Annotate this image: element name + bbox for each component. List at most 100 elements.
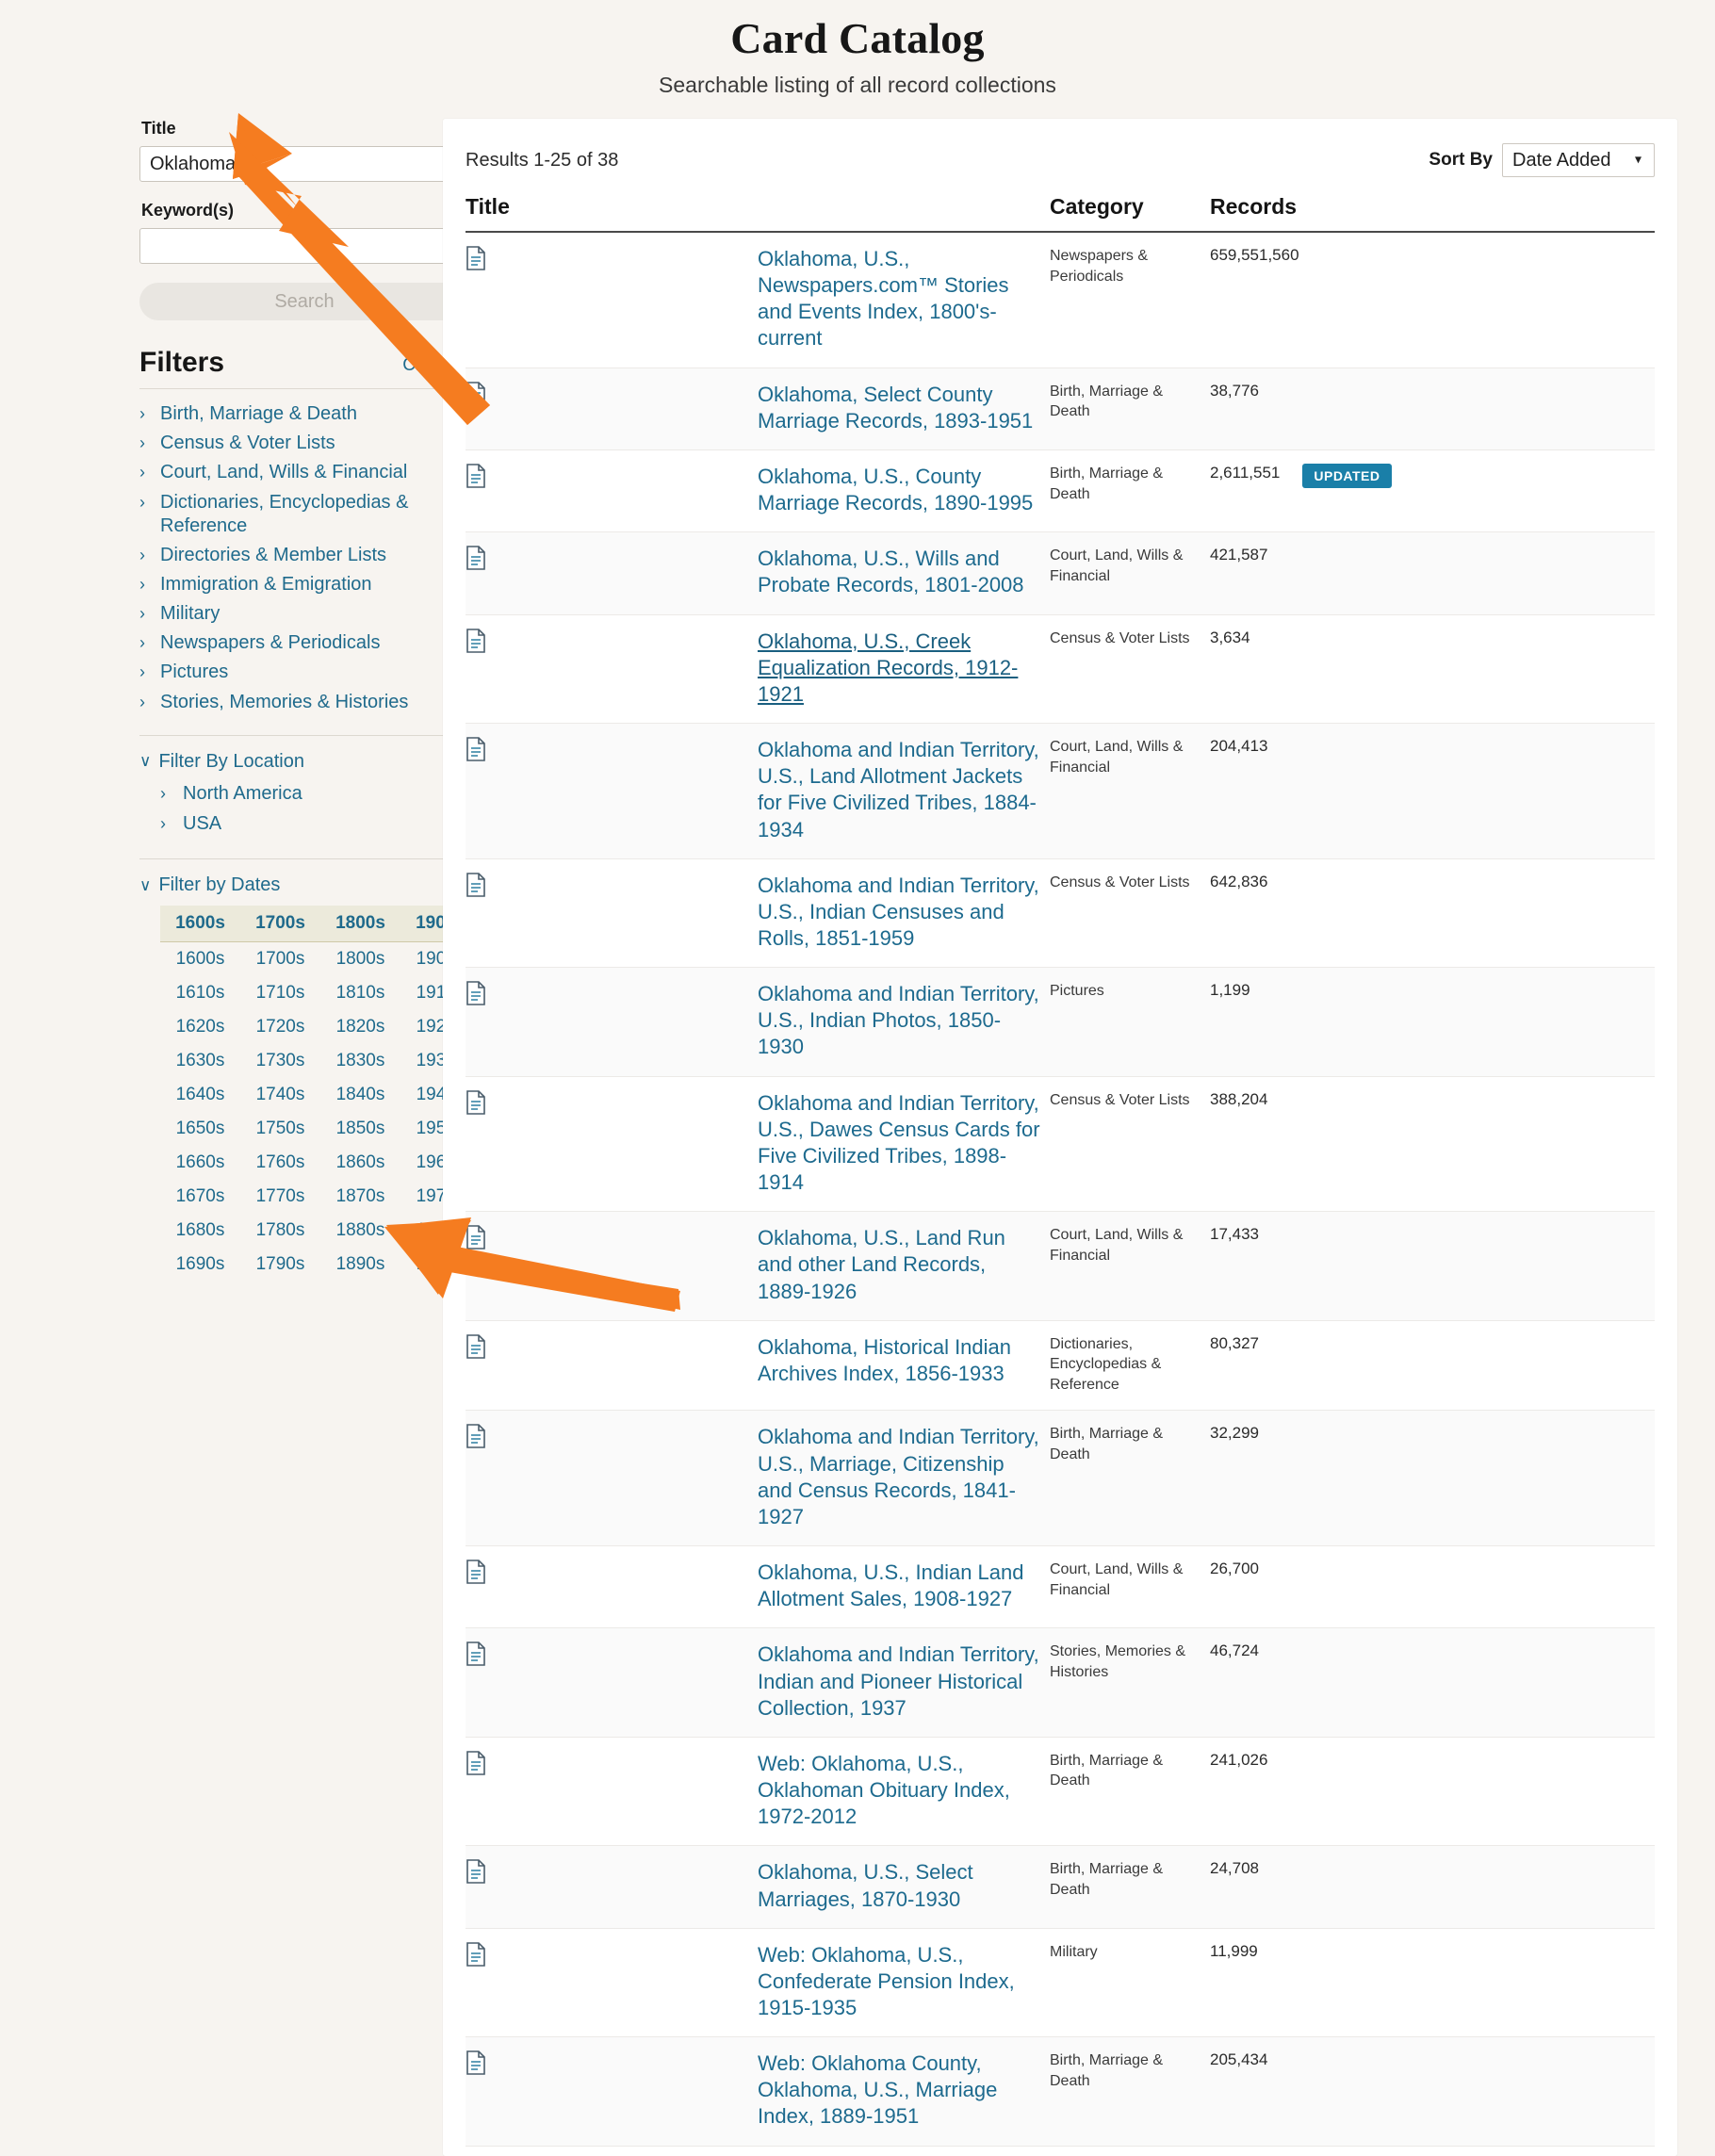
category-filter-label: Census & Voter Lists [160, 432, 451, 455]
table-row[interactable]: Web: Oklahoma, U.S., Oklahoman Obituary … [466, 1737, 1655, 1845]
date-decade-link[interactable]: 1790s [240, 1248, 320, 1282]
category-filter-item[interactable]: ›Newspapers & Periodicals7 [139, 631, 469, 655]
collection-title-link[interactable]: Oklahoma, U.S., Select Marriages, 1870-1… [758, 1860, 973, 1910]
keyword-input[interactable] [139, 228, 469, 264]
row-title-cell: Oklahoma, U.S., Select Marriages, 1870-1… [758, 1846, 1050, 1928]
table-row[interactable]: Oklahoma and Indian Territory, U.S., Ind… [466, 968, 1655, 1076]
date-decade-link[interactable]: 1700s [240, 942, 320, 976]
filter-by-dates-toggle[interactable]: ∨ Filter by Dates [139, 874, 469, 896]
date-decade-link[interactable]: 1680s [160, 1214, 240, 1248]
category-filter-item[interactable]: ›Directories & Member Lists3 [139, 544, 469, 567]
date-decade-link[interactable]: 1870s [320, 1180, 400, 1214]
date-decade-link[interactable]: 1600s [160, 942, 240, 976]
date-decade-link[interactable]: 1810s [320, 976, 400, 1010]
collection-title-link[interactable]: Oklahoma and Indian Territory, U.S., Ind… [758, 874, 1039, 950]
date-decade-link[interactable]: 1850s [320, 1112, 400, 1146]
date-decade-link[interactable]: 1880s [320, 1214, 400, 1248]
date-decade-link[interactable]: 1890s [320, 1248, 400, 1282]
table-row[interactable]: Oklahoma, U.S., Newspapers.com™ Stories … [466, 232, 1655, 368]
date-decade-link[interactable]: 1800s [320, 942, 400, 976]
date-decade-link[interactable]: 1690s [160, 1248, 240, 1282]
category-filter-item[interactable]: ›Birth, Marriage & Death10 [139, 402, 469, 426]
table-row[interactable]: Oklahoma and Indian Territory, U.S., Lan… [466, 724, 1655, 859]
date-decade-link[interactable]: 1820s [320, 1010, 400, 1044]
date-decade-link[interactable]: 1640s [160, 1078, 240, 1112]
collection-title-link[interactable]: Oklahoma, U.S., Newspapers.com™ Stories … [758, 247, 1009, 350]
location-filter-label: North America [183, 783, 470, 805]
row-category-cell: Court, Land, Wills & Financial [1050, 1212, 1210, 1320]
collection-title-link[interactable]: Oklahoma, U.S., Wills and Probate Record… [758, 547, 1024, 596]
table-row[interactable]: Oklahoma, Historical Indian Archives Ind… [466, 1320, 1655, 1411]
collection-title-link[interactable]: Web: Oklahoma, U.S., Confederate Pension… [758, 1943, 1015, 2019]
collection-title-link[interactable]: Web: Oklahoma County, Oklahoma, U.S., Ma… [758, 2051, 997, 2128]
table-row[interactable]: Oklahoma, U.S., Creek Equalization Recor… [466, 614, 1655, 723]
table-row[interactable]: Oklahoma, U.S., Wills and Probate Record… [466, 532, 1655, 614]
collection-title-link[interactable]: Oklahoma and Indian Territory, U.S., Daw… [758, 1091, 1040, 1194]
column-header-title[interactable]: Title [466, 194, 1050, 232]
table-row[interactable]: Oklahoma, U.S., Select Marriages, 1870-1… [466, 1846, 1655, 1928]
date-decade-link[interactable]: 1660s [160, 1146, 240, 1180]
table-row[interactable]: Oklahoma, U.S., Land Run and other Land … [466, 1212, 1655, 1320]
collection-title-link[interactable]: Oklahoma and Indian Territory, U.S., Lan… [758, 738, 1039, 841]
date-decade-link[interactable]: 1740s [240, 1078, 320, 1112]
column-header-records[interactable]: Records [1210, 194, 1655, 232]
sort-select[interactable]: Date Added [1502, 143, 1655, 177]
date-decade-link[interactable]: 1760s [240, 1146, 320, 1180]
title-input[interactable] [139, 146, 469, 182]
collection-title-link[interactable]: Oklahoma and Indian Territory, U.S., Mar… [758, 1425, 1039, 1527]
date-decade-link[interactable]: 1620s [160, 1010, 240, 1044]
collection-title-link[interactable]: Oklahoma and Indian Territory, Indian an… [758, 1642, 1039, 1719]
table-row[interactable]: Oklahoma and Indian Territory, U.S., Daw… [466, 1076, 1655, 1212]
collection-title-link[interactable]: Oklahoma, Historical Indian Archives Ind… [758, 1335, 1011, 1385]
table-row[interactable]: Oklahoma and Indian Territory, U.S., Ind… [466, 858, 1655, 967]
location-filter-item[interactable]: ›USA38 [160, 812, 490, 836]
table-row[interactable]: Oklahoma, U.S., County Marriage Records,… [466, 449, 1655, 531]
category-filter-item[interactable]: ›Dictionaries, Encyclopedias & Reference… [139, 491, 469, 538]
date-decade-link[interactable]: 1860s [320, 1146, 400, 1180]
collection-title-link[interactable]: Oklahoma, U.S., Land Run and other Land … [758, 1226, 1005, 1302]
collection-title-link[interactable]: Web: Oklahoma, U.S., Oklahoman Obituary … [758, 1752, 1010, 1828]
date-decade-link[interactable]: 1780s [240, 1214, 320, 1248]
table-row[interactable]: Oklahoma and Indian Territory, U.S., Mar… [466, 1411, 1655, 1546]
row-category-cell: Dictionaries, Encyclopedias & Reference [1050, 1320, 1210, 1411]
date-decade-link[interactable]: 1830s [320, 1044, 400, 1078]
table-row[interactable]: Oklahoma, Select County Marriage Records… [466, 368, 1655, 449]
date-decade-link[interactable]: 1710s [240, 976, 320, 1010]
date-decade-link[interactable]: 1720s [240, 1010, 320, 1044]
table-row[interactable]: Oklahoma and Indian Territory, Indian an… [466, 1628, 1655, 1737]
date-decade-link[interactable]: 1630s [160, 1044, 240, 1078]
table-row[interactable]: Web: Oklahoma County, Oklahoma, U.S., Ma… [466, 2037, 1655, 2146]
category-filter-item[interactable]: ›Census & Voter Lists7 [139, 432, 469, 455]
category-filter-item[interactable]: ›Pictures1 [139, 661, 469, 684]
table-row[interactable]: Web: Oklahoma, U.S., Confederate Pension… [466, 1928, 1655, 2036]
column-header-category[interactable]: Category [1050, 194, 1210, 232]
table-row[interactable]: Oklahoma, U.S., Indian Land Allotment Sa… [466, 1546, 1655, 1628]
collection-title-link[interactable]: Oklahoma, U.S., Creek Equalization Recor… [758, 629, 1018, 706]
row-records-cell: 388,204 [1210, 1076, 1655, 1212]
category-filter-item[interactable]: ›Stories, Memories & Histories6 [139, 691, 469, 714]
date-decade-link[interactable]: 1610s [160, 976, 240, 1010]
date-decade-link[interactable]: 1650s [160, 1112, 240, 1146]
collection-title-link[interactable]: Oklahoma, U.S., County Marriage Records,… [758, 465, 1033, 514]
date-century-header[interactable]: 1700s [240, 906, 320, 941]
collection-title-link[interactable]: Oklahoma and Indian Territory, U.S., Ind… [758, 982, 1039, 1058]
filter-by-location-toggle[interactable]: ∨ Filter By Location [139, 751, 469, 773]
category-filter-item[interactable]: ›Immigration & Emigration1 [139, 573, 469, 596]
date-decade-link[interactable]: 1670s [160, 1180, 240, 1214]
collection-title-link[interactable]: Oklahoma, Select County Marriage Records… [758, 383, 1033, 433]
date-century-header[interactable]: 1600s [160, 906, 240, 941]
date-decade-link[interactable]: 1750s [240, 1112, 320, 1146]
collection-title-link[interactable]: Oklahoma, U.S., Indian Land Allotment Sa… [758, 1560, 1024, 1610]
search-button[interactable]: Search [139, 283, 469, 320]
category-filter-item[interactable]: ›Court, Land, Wills & Financial6 [139, 461, 469, 484]
category-filter-item[interactable]: ›Military1 [139, 602, 469, 626]
location-filter-item[interactable]: ›North America38 [160, 782, 490, 806]
sort-select-wrapper[interactable]: Date Added ▾ [1502, 143, 1655, 177]
row-records-cell: 3,634 [1210, 614, 1655, 723]
date-decade-link[interactable]: 1840s [320, 1078, 400, 1112]
row-title-cell: Oklahoma, U.S., Creek Equalization Recor… [758, 614, 1050, 723]
date-decade-link[interactable]: 1730s [240, 1044, 320, 1078]
date-century-header[interactable]: 1800s [320, 906, 400, 941]
date-decade-link[interactable]: 1770s [240, 1180, 320, 1214]
row-category-cell: Birth, Marriage & Death [1050, 449, 1210, 531]
